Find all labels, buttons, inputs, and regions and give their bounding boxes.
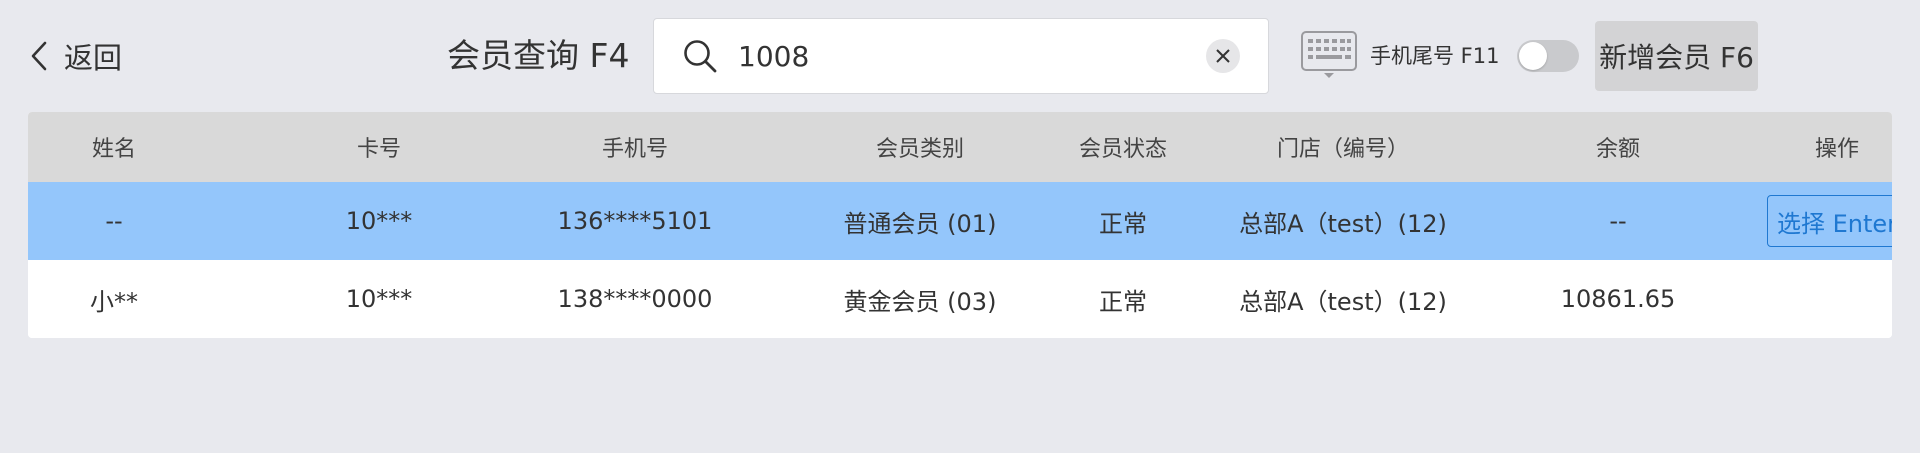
column-header-phone: 手机号	[601, 137, 668, 162]
cell-balance: --	[1609, 207, 1627, 235]
table-row[interactable]: -- 10*** 136****5101 普通会员 (01) 正常 总部A（te…	[28, 182, 1892, 260]
add-member-button[interactable]: 新增会员 F6	[1595, 21, 1758, 91]
chevron-left-icon	[28, 39, 50, 73]
cell-store: 总部A（test）(12)	[1239, 287, 1447, 316]
clear-search-icon[interactable]	[1206, 39, 1240, 73]
cell-type: 黄金会员 (03)	[843, 287, 997, 316]
phone-tail-toggle[interactable]	[1517, 40, 1579, 72]
member-table: 姓名 卡号 手机号 会员类别 会员状态 门店（编号） 余额 操作 -- 10**…	[28, 112, 1892, 338]
cell-action	[1733, 260, 1892, 338]
cell-card: 10***	[345, 207, 413, 235]
column-header-balance: 余额	[1595, 137, 1640, 162]
column-header-name: 姓名	[91, 137, 136, 162]
cell-name: --	[105, 207, 123, 235]
toggle-knob	[1519, 42, 1547, 70]
back-label: 返回	[64, 41, 123, 75]
table-header: 姓名 卡号 手机号 会员类别 会员状态 门店（编号） 余额 操作	[28, 112, 1892, 182]
search-input[interactable]	[738, 34, 1206, 78]
phone-tail-label: 手机尾号 F11	[1370, 44, 1500, 68]
cell-balance: 10861.65	[1560, 285, 1676, 313]
cell-store: 总部A（test）(12)	[1239, 209, 1447, 238]
column-header-card: 卡号	[356, 137, 401, 162]
keyboard-icon[interactable]	[1300, 30, 1358, 80]
column-header-type: 会员类别	[875, 137, 964, 162]
select-member-button[interactable]: 选择 Enter	[1766, 195, 1892, 247]
column-header-action: 操作	[1814, 137, 1859, 162]
cell-type: 普通会员 (01)	[843, 209, 997, 238]
table-row[interactable]: 小** 10*** 138****0000 黄金会员 (03) 正常 总部A（t…	[28, 260, 1892, 338]
cell-action: 选择 Enter	[1733, 182, 1892, 260]
search-box	[653, 18, 1269, 94]
cell-phone: 136****5101	[557, 207, 713, 235]
page-title: 会员查询 F4	[447, 36, 630, 75]
cell-name: 小**	[90, 287, 138, 316]
back-button[interactable]: 返回	[28, 30, 122, 82]
cell-phone: 138****0000	[557, 285, 713, 313]
cell-card: 10***	[345, 285, 413, 313]
search-icon	[680, 36, 720, 76]
column-header-store: 门店（编号）	[1276, 137, 1409, 162]
